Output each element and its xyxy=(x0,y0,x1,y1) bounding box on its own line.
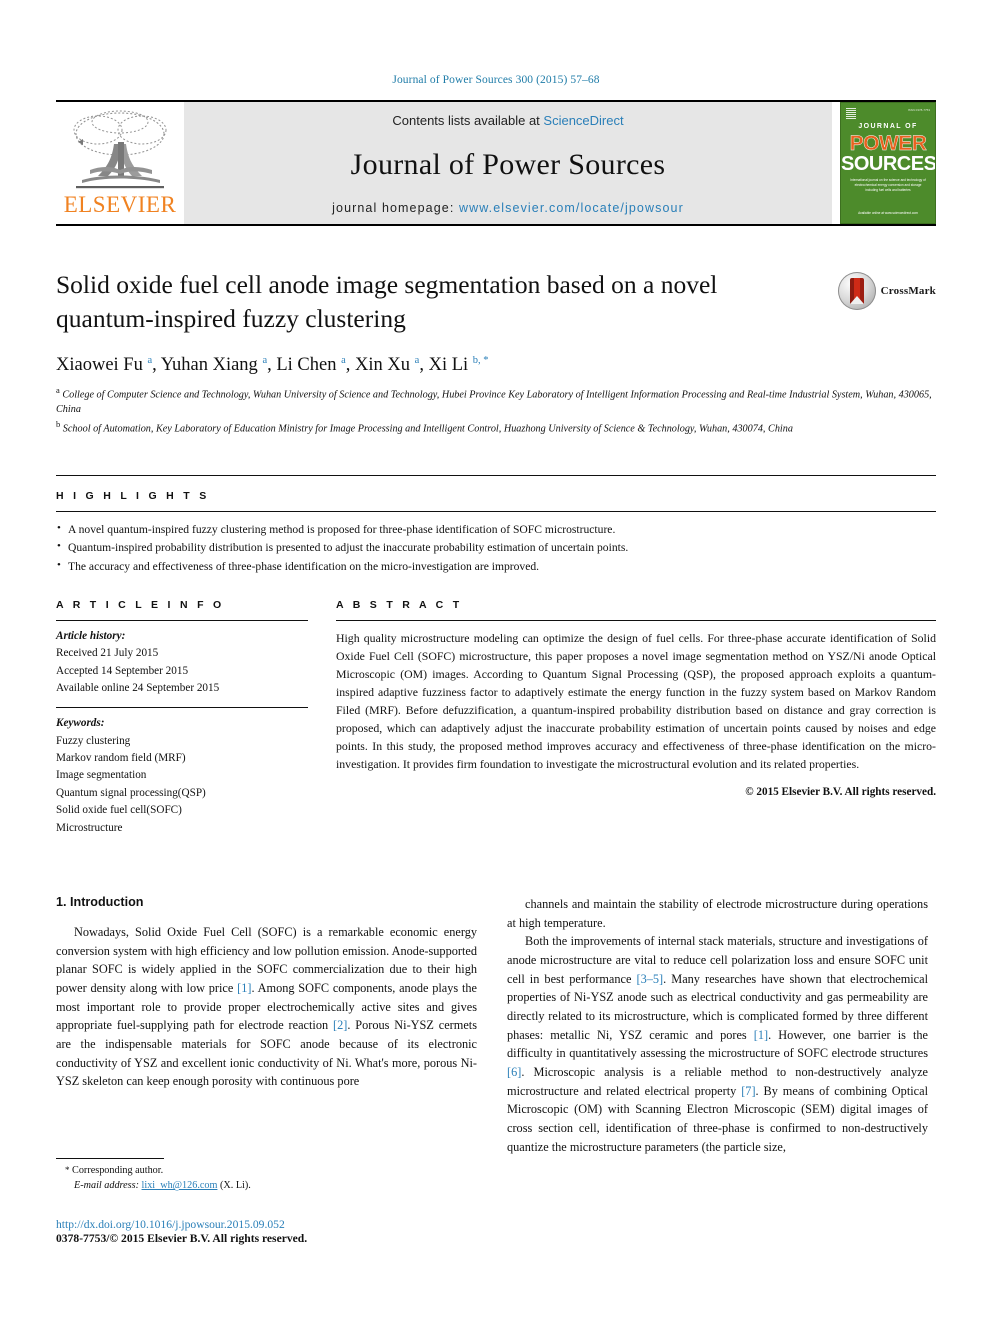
doi-footer: http://dx.doi.org/10.1016/j.jpowsour.201… xyxy=(56,1218,516,1245)
citation-ref[interactable]: [7] xyxy=(741,1084,755,1098)
body-paragraph: channels and maintain the stability of e… xyxy=(507,896,928,930)
banner-center: Contents lists available at ScienceDirec… xyxy=(184,102,832,224)
footnote-email-suffix: (X. Li). xyxy=(219,1180,251,1192)
doi-link[interactable]: http://dx.doi.org/10.1016/j.jpowsour.201… xyxy=(56,1218,516,1231)
footnote-email-line: E-mail address: lixi_wh@126.com (X. Li). xyxy=(65,1178,477,1193)
corresponding-email-link[interactable]: lixi_wh@126.com xyxy=(142,1180,218,1191)
highlights-heading: H I G H L I G H T S xyxy=(56,489,210,502)
article-info-heading: A R T I C L E I N F O xyxy=(56,598,225,611)
section-heading-introduction: 1. Introduction xyxy=(56,894,144,909)
history-received: Received 21 July 2015 xyxy=(56,647,159,660)
article-history-label: Article history: xyxy=(56,629,126,642)
citation-ref[interactable]: [1] xyxy=(237,981,251,995)
article-history-block: Article history: Received 21 July 2015 A… xyxy=(56,621,308,697)
footnote-text: * Corresponding author. E-mail address: … xyxy=(56,1159,477,1194)
cover-kicker: JOURNAL OF xyxy=(858,123,918,130)
corresponding-author-footnote: * Corresponding author. E-mail address: … xyxy=(56,1158,477,1194)
citation-ref[interactable]: [1] xyxy=(754,1028,768,1042)
title-block: Solid oxide fuel cell anode image segmen… xyxy=(56,268,936,437)
affiliation-b-text: School of Automation, Key Laboratory of … xyxy=(62,423,793,435)
highlights-section: H I G H L I G H T S A novel quantum-insp… xyxy=(56,474,936,577)
body-column-right: channels and maintain the stability of e… xyxy=(507,895,928,1157)
journal-banner: ELSEVIER Contents lists available at Sci… xyxy=(56,100,936,224)
keyword-item: Microstructure xyxy=(56,821,123,834)
cover-word-sources: SOURCES xyxy=(841,153,936,175)
footnote-corresponding-label: Corresponding author. xyxy=(72,1165,164,1176)
publisher-logo: ELSEVIER xyxy=(56,102,184,224)
keyword-item: Image segmentation xyxy=(56,769,147,782)
cover-footer: Available online at www.sciencedirect.co… xyxy=(858,210,918,215)
contents-prefix: Contents lists available at xyxy=(392,113,544,128)
highlights-list: A novel quantum-inspired fuzzy clusterin… xyxy=(56,512,936,577)
crossmark-label: CrossMark xyxy=(880,285,936,297)
cover-image: ISSN 0378-7753 JOURNAL OF POWER SOURCES … xyxy=(840,102,936,224)
keyword-item: Solid oxide fuel cell(SOFC) xyxy=(56,804,182,817)
article-info-column: A R T I C L E I N F O Article history: R… xyxy=(56,599,308,837)
banner-bottom-rule xyxy=(56,224,936,226)
keyword-item: Quantum signal processing(QSP) xyxy=(56,786,206,799)
affiliations: a College of Computer Science and Techno… xyxy=(56,384,936,436)
paper-page: Journal of Power Sources 300 (2015) 57–6… xyxy=(0,0,992,1323)
homepage-url[interactable]: www.elsevier.com/locate/jpowsour xyxy=(459,201,684,215)
affiliation-a-text: College of Computer Science and Technolo… xyxy=(56,389,932,416)
keywords-label: Keywords: xyxy=(56,717,105,730)
elsevier-wordmark: ELSEVIER xyxy=(63,192,177,217)
citation-ref[interactable]: [3–5] xyxy=(636,972,663,986)
highlight-item: Quantum-inspired probability distributio… xyxy=(56,538,936,558)
keywords-block: Keywords: Fuzzy clustering Markov random… xyxy=(56,708,308,837)
crossmark-icon xyxy=(837,272,876,310)
running-head: Journal of Power Sources 300 (2015) 57–6… xyxy=(392,74,600,86)
footnote-email-label: E-mail address: xyxy=(74,1180,139,1192)
cover-issn: ISSN 0378-7753 xyxy=(907,108,930,112)
info-abstract-section: A R T I C L E I N F O Article history: R… xyxy=(56,599,936,837)
affiliation-b: b School of Automation, Key Laboratory o… xyxy=(56,418,793,435)
footnote-star: * xyxy=(65,1165,70,1175)
homepage-prefix: journal homepage: xyxy=(332,201,459,215)
highlight-item: The accuracy and effectiveness of three-… xyxy=(56,557,936,577)
keyword-item: Fuzzy clustering xyxy=(56,734,131,747)
sciencedirect-link[interactable]: ScienceDirect xyxy=(543,113,623,128)
abstract-column: A B S T R A C T High quality microstruct… xyxy=(336,599,936,837)
journal-cover-thumb: ISSN 0378-7753 JOURNAL OF POWER SOURCES … xyxy=(832,102,936,224)
body-paragraph: Both the improvements of internal stack … xyxy=(507,934,929,1154)
crossmark-badge[interactable]: CrossMark xyxy=(837,272,936,310)
keyword-item: Markov random field (MRF) xyxy=(56,752,186,765)
abstract-copyright: © 2015 Elsevier B.V. All rights reserved… xyxy=(745,786,936,799)
author-list: Xiaowei Fu a, Yuhan Xiang a, Li Chen a, … xyxy=(56,355,489,376)
elsevier-tree-icon xyxy=(68,108,172,192)
journal-title: Journal of Power Sources xyxy=(350,147,666,181)
affiliation-a: a College of Computer Science and Techno… xyxy=(56,385,932,416)
journal-homepage-line: journal homepage: www.elsevier.com/locat… xyxy=(332,201,684,215)
citation-ref[interactable]: [6] xyxy=(507,1065,521,1079)
abstract-text: High quality microstructure modeling can… xyxy=(336,630,936,772)
issn-copyright-line: 0378-7753/© 2015 Elsevier B.V. All right… xyxy=(56,1232,308,1245)
citation-ref[interactable]: [2] xyxy=(333,1018,347,1032)
cover-elsevier-mark xyxy=(846,108,856,120)
footnote-corresponding-line: * Corresponding author. xyxy=(65,1163,477,1178)
abstract-heading: A B S T R A C T xyxy=(336,598,463,611)
highlight-item: A novel quantum-inspired fuzzy clusterin… xyxy=(56,520,936,540)
history-accepted: Accepted 14 September 2015 xyxy=(56,664,189,677)
body-paragraph: Nowadays, Solid Oxide Fuel Cell (SOFC) i… xyxy=(56,924,477,1089)
contents-available-line: Contents lists available at ScienceDirec… xyxy=(392,113,623,128)
body-column-left: 1. Introduction Nowadays, Solid Oxide Fu… xyxy=(56,895,477,1157)
body-columns: 1. Introduction Nowadays, Solid Oxide Fu… xyxy=(56,895,936,1157)
history-online: Available online 24 September 2015 xyxy=(56,682,220,695)
cover-subtitle: International journal on the science and… xyxy=(850,178,926,192)
page-title: Solid oxide fuel cell anode image segmen… xyxy=(56,270,718,333)
